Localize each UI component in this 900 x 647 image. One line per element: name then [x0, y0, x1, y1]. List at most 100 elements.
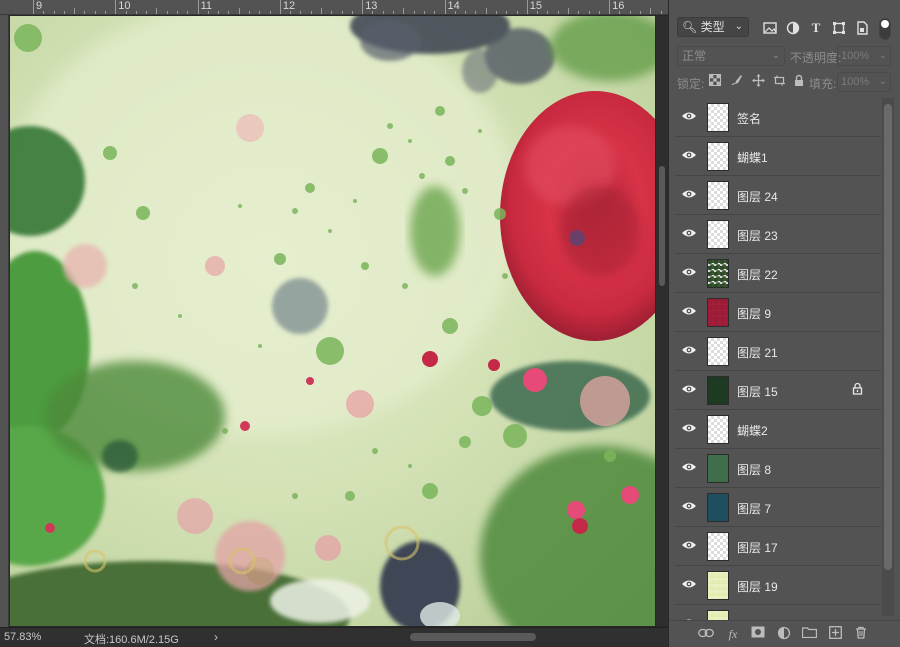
eye-icon[interactable] — [681, 227, 697, 241]
new-layer-icon[interactable] — [826, 626, 844, 642]
chevron-down-icon: ⌄ — [878, 76, 887, 87]
layer-row[interactable]: 图层 8 — [675, 449, 881, 488]
layer-name[interactable]: 蝴蝶2 — [737, 422, 768, 439]
lock-image-pixels-icon[interactable] — [729, 74, 745, 90]
zoom-level[interactable]: 57.83% — [4, 631, 41, 643]
link-layers-icon[interactable] — [697, 626, 715, 642]
layer-row[interactable]: 签名 — [675, 98, 881, 137]
canvas-vertical-scrollbar[interactable] — [656, 16, 668, 626]
horizontal-ruler[interactable]: 9 10 11 12 13 14 15 16 — [0, 0, 668, 15]
type-filter-icon[interactable]: T — [809, 21, 823, 35]
eye-icon[interactable] — [681, 539, 697, 553]
eye-icon[interactable] — [681, 149, 697, 163]
layer-name[interactable]: 图层 17 — [737, 539, 778, 556]
layer-name[interactable]: 图层 15 — [737, 383, 778, 400]
eye-icon[interactable] — [681, 500, 697, 514]
delete-layer-icon[interactable] — [852, 626, 870, 642]
eye-icon[interactable] — [681, 578, 697, 592]
lock-all-icon[interactable] — [791, 74, 807, 90]
eye-icon[interactable] — [681, 266, 697, 280]
canvas-horizontal-scrollbar[interactable] — [410, 633, 536, 641]
layer-row[interactable]: 图层 7 — [675, 488, 881, 527]
ruler-number: 12 — [282, 0, 296, 12]
eye-icon[interactable] — [681, 422, 697, 436]
image-filter-icon[interactable] — [763, 21, 777, 35]
layer-name[interactable]: 图层 21 — [737, 344, 778, 361]
layer-row[interactable]: 图层 15 — [675, 371, 881, 410]
eye-icon[interactable] — [681, 188, 697, 202]
eye-icon[interactable] — [681, 110, 697, 124]
layer-row[interactable]: 图层 23 — [675, 215, 881, 254]
eye-icon[interactable] — [681, 305, 697, 319]
layer-name[interactable]: 图层 8 — [737, 461, 771, 478]
layer-list-scrollbar[interactable] — [882, 98, 894, 616]
scrollbar-thumb[interactable] — [659, 166, 665, 286]
layer-row[interactable]: 图层 9 — [675, 293, 881, 332]
new-group-icon[interactable] — [800, 626, 818, 642]
eye-icon[interactable] — [681, 461, 697, 475]
layer-thumbnail[interactable] — [707, 181, 729, 210]
layer-row[interactable]: 图层 24 — [675, 176, 881, 215]
blend-mode-select[interactable]: 正常 ⌄ — [677, 46, 785, 66]
layer-name[interactable]: 图层 7 — [737, 500, 771, 517]
layer-name[interactable]: 图层 19 — [737, 578, 778, 595]
fx-icon[interactable]: fx — [724, 626, 742, 642]
layer-name[interactable]: 图层 22 — [737, 266, 778, 283]
scrollbar-thumb[interactable] — [884, 104, 892, 570]
layer-thumbnail[interactable] — [707, 415, 729, 444]
layer-thumbnail[interactable] — [707, 532, 729, 561]
layer-row[interactable]: 图层 21 — [675, 332, 881, 371]
layer-name[interactable]: 蝴蝶1 — [737, 149, 768, 166]
layer-row[interactable]: 图层 19 — [675, 566, 881, 605]
ruler-number: 9 — [36, 0, 43, 12]
ruler-minor-tick — [598, 11, 600, 14]
vertical-ruler[interactable] — [0, 15, 9, 627]
filter-toggle-switch[interactable] — [879, 18, 891, 40]
layer-thumbnail[interactable] — [707, 220, 729, 249]
layer-thumbnail[interactable] — [707, 142, 729, 171]
layer-thumbnail[interactable] — [707, 298, 729, 327]
ruler-minor-tick — [249, 11, 251, 14]
layer-row[interactable] — [675, 605, 881, 620]
ruler-minor-tick — [290, 11, 292, 14]
lock-position-icon[interactable] — [750, 74, 766, 90]
adjustment-layer-icon[interactable] — [775, 626, 793, 642]
layer-thumbnail[interactable] — [707, 571, 729, 600]
layer-filter-select[interactable]: 🔍︎ 类型 ⌄ — [677, 17, 749, 37]
smart-object-filter-icon[interactable] — [855, 21, 869, 35]
layer-name[interactable]: 图层 9 — [737, 305, 771, 322]
layer-lock-icon — [852, 382, 864, 396]
layer-thumbnail[interactable] — [707, 493, 729, 522]
layer-row[interactable]: 蝴蝶2 — [675, 410, 881, 449]
shape-filter-icon[interactable] — [832, 21, 846, 35]
ruler-minor-tick — [567, 8, 569, 14]
layer-row[interactable]: 图层 22 — [675, 254, 881, 293]
ruler-minor-tick — [43, 11, 45, 14]
document-canvas[interactable] — [10, 16, 655, 626]
mask-icon[interactable] — [749, 626, 767, 642]
ruler-minor-tick — [454, 11, 456, 14]
ruler-minor-tick — [321, 8, 323, 14]
layer-name[interactable]: 图层 24 — [737, 188, 778, 205]
eye-icon[interactable] — [681, 344, 697, 358]
ruler-minor-tick — [341, 11, 343, 14]
layer-thumbnail[interactable] — [707, 610, 729, 620]
layer-name[interactable]: 图层 23 — [737, 227, 778, 244]
layer-row[interactable]: 图层 17 — [675, 527, 881, 566]
layer-thumbnail[interactable] — [707, 337, 729, 366]
status-menu-arrow[interactable]: › — [214, 630, 218, 644]
opacity-field[interactable]: 100% ⌄ — [837, 46, 891, 66]
fill-field[interactable]: 100% ⌄ — [837, 72, 891, 92]
eye-icon[interactable] — [681, 383, 697, 397]
layer-name[interactable]: 签名 — [737, 110, 761, 127]
blend-row: 正常 ⌄ 不透明度: 100% ⌄ — [669, 44, 900, 68]
layer-thumbnail[interactable] — [707, 454, 729, 483]
layer-thumbnail[interactable] — [707, 103, 729, 132]
lock-row: 锁定: 填充: 100% ⌄ — [669, 70, 900, 94]
layer-row[interactable]: 蝴蝶1 — [675, 137, 881, 176]
lock-artboard-icon[interactable] — [771, 74, 787, 90]
layer-thumbnail[interactable] — [707, 259, 729, 288]
adjustment-filter-icon[interactable] — [786, 21, 800, 35]
lock-transparent-pixels-icon[interactable] — [707, 74, 723, 90]
layer-thumbnail[interactable] — [707, 376, 729, 405]
